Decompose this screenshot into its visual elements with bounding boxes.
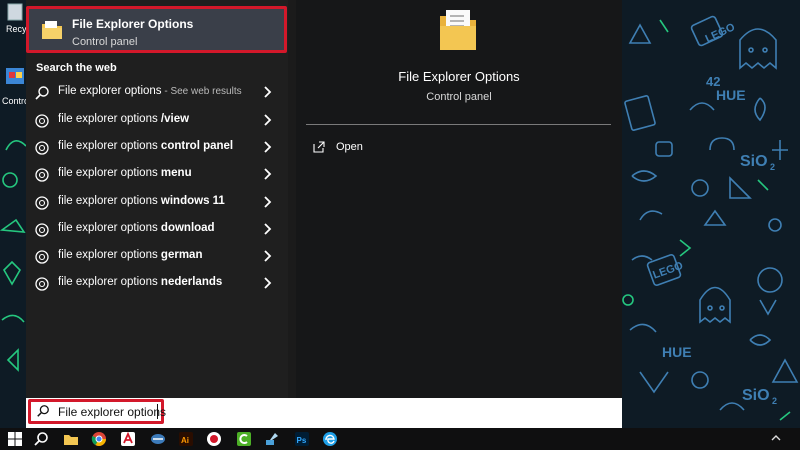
web-result-item[interactable]: file explorer options download: [26, 216, 288, 243]
web-result-text: file explorer options: [58, 140, 161, 152]
chevron-right-icon[interactable]: [262, 166, 274, 182]
web-result-text: file explorer options: [58, 276, 161, 288]
results-pane: File Explorer Options Control panel Sear…: [26, 0, 288, 398]
open-action[interactable]: Open: [310, 138, 370, 158]
svg-text:SiO: SiO: [742, 387, 770, 404]
web-result-text: file explorer options: [58, 113, 161, 125]
web-result-text: file explorer options: [58, 222, 161, 234]
web-search-icon: [35, 250, 49, 264]
search-web-heading: Search the web: [36, 62, 117, 74]
web-result-item[interactable]: file explorer options /view: [26, 107, 288, 134]
tool-icon[interactable]: [264, 431, 280, 447]
acrobat-icon[interactable]: [120, 431, 136, 447]
best-match-title: File Explorer Options: [72, 17, 194, 31]
web-result-item[interactable]: file explorer options menu: [26, 161, 288, 188]
chevron-right-icon[interactable]: [262, 194, 274, 210]
recorder-icon[interactable]: [206, 431, 222, 447]
chevron-right-icon[interactable]: [262, 221, 274, 237]
web-result-item[interactable]: File explorer options - See web results: [26, 79, 288, 106]
web-result-text: file explorer options: [58, 195, 161, 207]
web-search-icon: [35, 168, 49, 182]
web-result-emphasis: windows 11: [160, 195, 225, 207]
web-result-emphasis: control panel: [160, 140, 234, 152]
start-search-panel: File Explorer Options Control panel Sear…: [26, 0, 622, 398]
web-search-icon: [35, 196, 49, 210]
chevron-right-icon[interactable]: [262, 84, 274, 100]
best-match-subtitle: Control panel: [72, 36, 138, 48]
desktop-icon-control-panel[interactable]: Contro: [0, 60, 30, 110]
best-match-item[interactable]: File Explorer Options Control panel: [26, 6, 287, 53]
svg-text:Ps: Ps: [297, 436, 307, 445]
file-explorer-icon[interactable]: [63, 431, 79, 447]
search-icon: [37, 405, 49, 417]
svg-text:Ai: Ai: [181, 436, 189, 445]
search-icon: [35, 86, 49, 100]
web-result-emphasis: german: [160, 249, 203, 261]
web-result-item[interactable]: file explorer options windows 11: [26, 189, 288, 216]
illustrator-icon[interactable]: Ai: [178, 431, 194, 447]
desktop-icon-recycle-bin[interactable]: Recy: [0, 0, 27, 40]
teamviewer-icon[interactable]: [150, 431, 166, 447]
web-result-item[interactable]: file explorer options german: [26, 243, 288, 270]
search-icon[interactable]: [33, 431, 49, 447]
open-icon: [313, 141, 325, 153]
notification-area[interactable]: [764, 428, 800, 450]
svg-text:SiO: SiO: [740, 153, 768, 170]
chrome-icon[interactable]: [91, 431, 107, 447]
open-action-label: Open: [336, 141, 363, 153]
desktop-icon-label: Contro: [2, 96, 30, 106]
text-caret: [157, 404, 158, 419]
web-result-emphasis: nederlands: [160, 276, 223, 288]
recycle-bin-icon: [7, 3, 23, 21]
photoshop-icon[interactable]: Ps: [294, 431, 310, 447]
chevron-right-icon[interactable]: [262, 275, 274, 291]
web-result-emphasis: menu: [160, 167, 192, 179]
web-search-icon: [35, 114, 49, 128]
web-search-icon: [35, 223, 49, 237]
web-search-icon: [35, 277, 49, 291]
svg-text:HUE: HUE: [716, 87, 746, 103]
svg-text:2: 2: [770, 162, 775, 172]
chevron-right-icon[interactable]: [262, 112, 274, 128]
svg-text:HUE: HUE: [662, 344, 692, 360]
web-result-text: file explorer options: [58, 167, 161, 179]
web-result-item[interactable]: file explorer options control panel: [26, 134, 288, 161]
web-result-emphasis: download: [160, 222, 215, 234]
preview-pane: File Explorer Options Control panel Open: [296, 0, 622, 398]
preview-divider: [306, 124, 611, 125]
notification-icon: [771, 435, 781, 441]
web-result-emphasis: /view: [160, 113, 190, 125]
edge-icon[interactable]: [322, 431, 338, 447]
web-result-item[interactable]: file explorer options nederlands: [26, 270, 288, 297]
folder-icon: [42, 21, 62, 39]
chevron-right-icon[interactable]: [262, 139, 274, 155]
web-result-text: file explorer options: [58, 249, 161, 261]
folder-icon: [440, 10, 476, 50]
preview-subtitle: Control panel: [426, 91, 492, 103]
windows-start-icon[interactable]: [7, 431, 23, 447]
desktop-icon-label: Recy: [6, 24, 27, 34]
web-result-text: File explorer options: [58, 85, 162, 97]
preview-title: File Explorer Options: [398, 69, 520, 84]
camtasia-icon[interactable]: [236, 431, 252, 447]
search-input-value: File explorer options: [58, 405, 167, 419]
chevron-right-icon[interactable]: [262, 248, 274, 264]
web-result-suffix: - See web results: [161, 86, 242, 97]
web-search-icon: [35, 141, 49, 155]
svg-text:2: 2: [772, 396, 777, 406]
